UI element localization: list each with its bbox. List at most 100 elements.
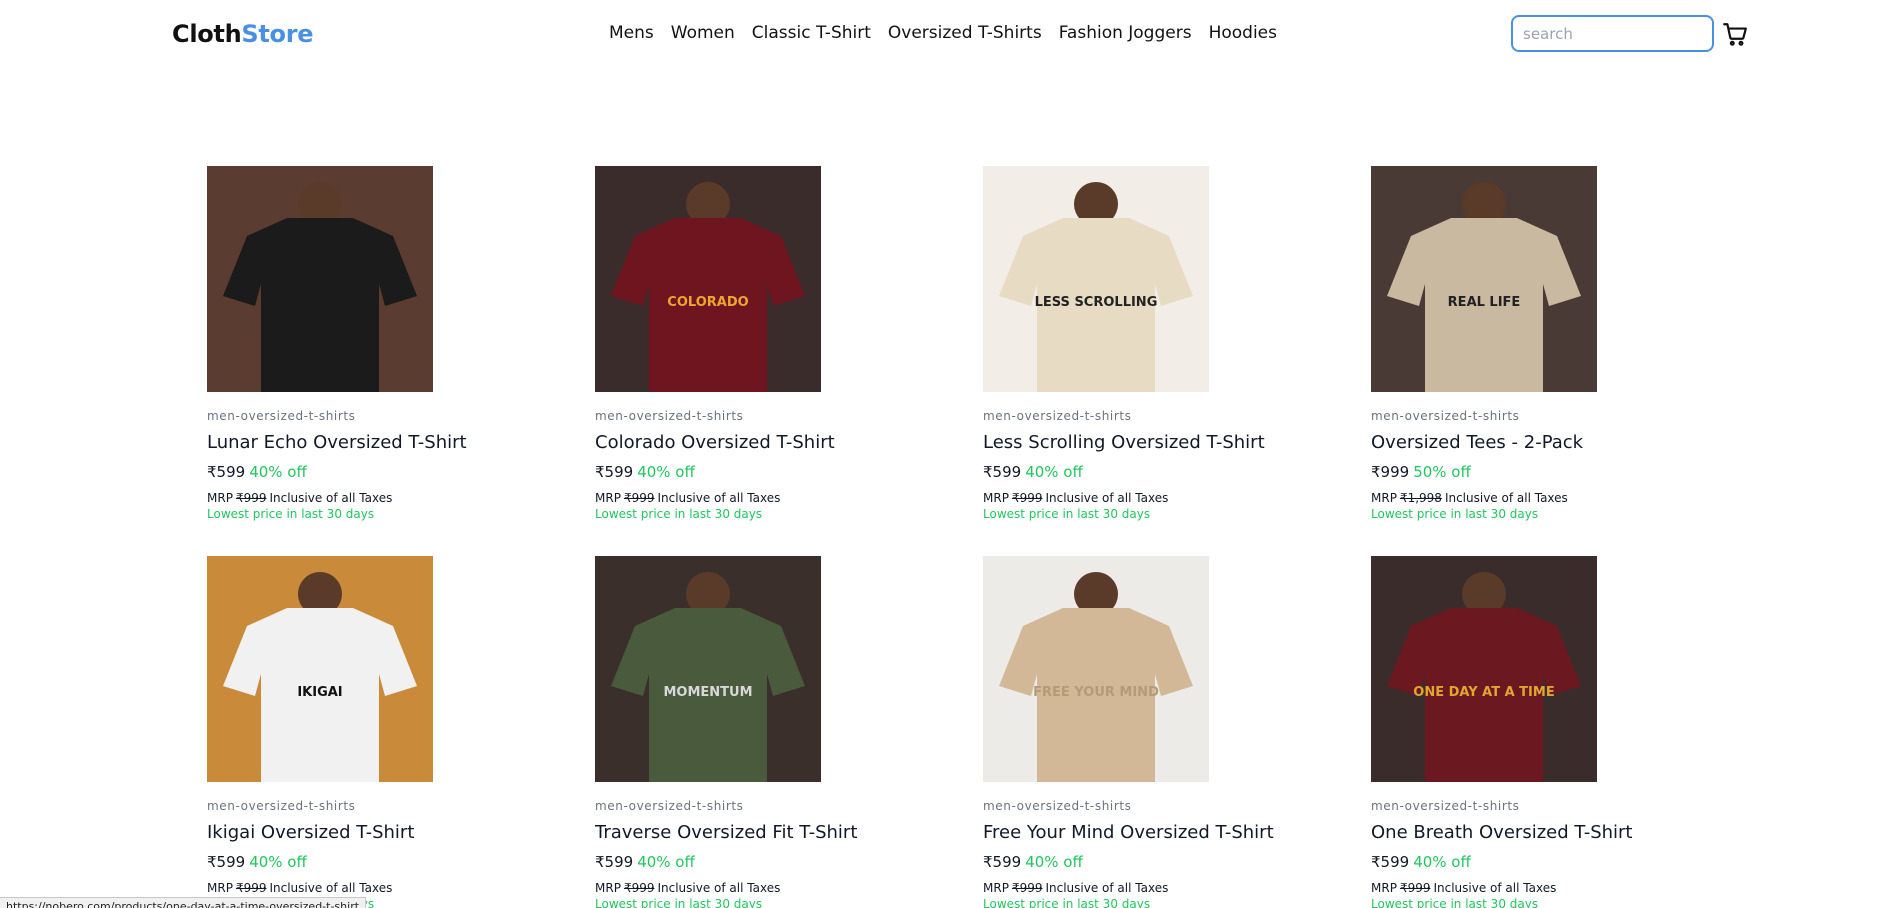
- tax-note: Inclusive of all Taxes: [1045, 491, 1169, 505]
- lowest-price-note: Lowest price in last 30 days: [1371, 507, 1539, 521]
- shirt-print-text: MOMENTUM: [663, 685, 752, 700]
- product-card-traverse[interactable]: MOMENTUM men-oversized-t-shirts Traverse…: [595, 556, 955, 908]
- product-category: men-oversized-t-shirts: [207, 799, 356, 813]
- tax-note: Inclusive of all Taxes: [657, 881, 781, 895]
- sale-price: ₹599: [983, 463, 1022, 481]
- mrp-price: ₹999: [623, 491, 655, 505]
- product-image[interactable]: ONE DAY AT A TIME: [1371, 556, 1597, 782]
- sale-price: ₹599: [207, 463, 246, 481]
- mrp-price: ₹999: [1011, 491, 1043, 505]
- discount-badge: 40% off: [637, 853, 695, 871]
- discount-badge: 40% off: [1025, 853, 1083, 871]
- mrp-price: ₹1,998: [1399, 491, 1442, 505]
- product-category: men-oversized-t-shirts: [983, 409, 1132, 423]
- mrp-row: MRP ₹999 Inclusive of all Taxes: [983, 881, 1168, 895]
- discount-badge: 50% off: [1413, 463, 1471, 481]
- tax-note: Inclusive of all Taxes: [1045, 881, 1169, 895]
- mrp-price: ₹999: [1011, 881, 1043, 895]
- mrp-price: ₹999: [235, 491, 267, 505]
- mrp-price: ₹999: [1399, 881, 1431, 895]
- discount-badge: 40% off: [249, 463, 307, 481]
- product-title[interactable]: Ikigai Oversized T-Shirt: [207, 822, 414, 843]
- product-card-colorado[interactable]: COLORADO men-oversized-t-shirts Colorado…: [595, 166, 955, 546]
- sale-price: ₹599: [983, 853, 1022, 871]
- price-row: ₹599 40% off: [595, 853, 695, 871]
- product-image[interactable]: MOMENTUM: [595, 556, 821, 782]
- product-title[interactable]: Colorado Oversized T-Shirt: [595, 432, 835, 453]
- product-category: men-oversized-t-shirts: [1371, 799, 1520, 813]
- lowest-price-note: Lowest price in last 30 days: [1371, 897, 1539, 908]
- discount-badge: 40% off: [249, 853, 307, 871]
- nav-link-hoodies[interactable]: Hoodies: [1209, 23, 1277, 43]
- product-card-less-scrolling[interactable]: LESS SCROLLING men-oversized-t-shirts Le…: [983, 166, 1343, 546]
- price-row: ₹999 50% off: [1371, 463, 1471, 481]
- nav-link-fashion-joggers[interactable]: Fashion Joggers: [1059, 23, 1192, 43]
- mrp-label: MRP: [983, 491, 1009, 505]
- product-title[interactable]: Less Scrolling Oversized T-Shirt: [983, 432, 1265, 453]
- mrp-row: MRP ₹999 Inclusive of all Taxes: [595, 881, 780, 895]
- mrp-label: MRP: [1371, 881, 1397, 895]
- product-card-lunar-echo[interactable]: men-oversized-t-shirts Lunar Echo Oversi…: [207, 166, 567, 546]
- product-title[interactable]: Free Your Mind Oversized T-Shirt: [983, 822, 1274, 843]
- cart-icon[interactable]: [1722, 21, 1748, 47]
- product-title[interactable]: Oversized Tees - 2-Pack: [1371, 432, 1583, 453]
- product-category: men-oversized-t-shirts: [983, 799, 1132, 813]
- shirt-print-text: ONE DAY AT A TIME: [1413, 685, 1554, 700]
- price-row: ₹599 40% off: [207, 853, 307, 871]
- mrp-price: ₹999: [623, 881, 655, 895]
- tax-note: Inclusive of all Taxes: [1433, 881, 1557, 895]
- product-title[interactable]: Lunar Echo Oversized T-Shirt: [207, 432, 467, 453]
- mrp-label: MRP: [207, 881, 233, 895]
- product-category: men-oversized-t-shirts: [1371, 409, 1520, 423]
- mrp-row: MRP ₹999 Inclusive of all Taxes: [207, 881, 392, 895]
- tax-note: Inclusive of all Taxes: [1444, 491, 1568, 505]
- discount-badge: 40% off: [1025, 463, 1083, 481]
- product-image[interactable]: [207, 166, 433, 392]
- sale-price: ₹999: [1371, 463, 1410, 481]
- nav-link-women[interactable]: Women: [671, 23, 735, 43]
- nav-link-oversized-t-shirts[interactable]: Oversized T-Shirts: [888, 23, 1042, 43]
- price-row: ₹599 40% off: [983, 853, 1083, 871]
- page: ClothStore Mens Women Classic T-Shirt Ov…: [0, 0, 1903, 908]
- mrp-row: MRP ₹999 Inclusive of all Taxes: [983, 491, 1168, 505]
- nav-link-classic-t-shirt[interactable]: Classic T-Shirt: [752, 23, 871, 43]
- discount-badge: 40% off: [637, 463, 695, 481]
- search-input[interactable]: [1511, 15, 1714, 52]
- product-card-two-pack[interactable]: REAL LIFE men-oversized-t-shirts Oversiz…: [1371, 166, 1731, 546]
- product-image[interactable]: FREE YOUR MIND: [983, 556, 1209, 782]
- shirt-print-text: IKIGAI: [297, 685, 342, 700]
- sale-price: ₹599: [1371, 853, 1410, 871]
- lowest-price-note: Lowest price in last 30 days: [983, 897, 1151, 908]
- mrp-label: MRP: [595, 881, 621, 895]
- mrp-label: MRP: [1371, 491, 1397, 505]
- product-title[interactable]: One Breath Oversized T-Shirt: [1371, 822, 1633, 843]
- logo-text-cloth: Cloth: [172, 20, 242, 48]
- mrp-row: MRP ₹999 Inclusive of all Taxes: [207, 491, 392, 505]
- lowest-price-note: Lowest price in last 30 days: [595, 897, 763, 908]
- product-image[interactable]: COLORADO: [595, 166, 821, 392]
- mrp-row: MRP ₹1,998 Inclusive of all Taxes: [1371, 491, 1568, 505]
- logo-text-store: Store: [241, 20, 314, 48]
- site-logo[interactable]: ClothStore: [172, 20, 314, 48]
- shirt-print-text: REAL LIFE: [1448, 295, 1521, 310]
- product-card-free-your-mind[interactable]: FREE YOUR MIND men-oversized-t-shirts Fr…: [983, 556, 1343, 908]
- nav-link-mens[interactable]: Mens: [609, 23, 654, 43]
- tax-note: Inclusive of all Taxes: [269, 881, 393, 895]
- product-image[interactable]: LESS SCROLLING: [983, 166, 1209, 392]
- price-row: ₹599 40% off: [207, 463, 307, 481]
- product-title[interactable]: Traverse Oversized Fit T-Shirt: [595, 822, 857, 843]
- product-image[interactable]: IKIGAI: [207, 556, 433, 782]
- price-row: ₹599 40% off: [983, 463, 1083, 481]
- product-card-one-breath[interactable]: ONE DAY AT A TIME men-oversized-t-shirts…: [1371, 556, 1731, 908]
- product-card-ikigai[interactable]: IKIGAI men-oversized-t-shirts Ikigai Ove…: [207, 556, 567, 908]
- mrp-row: MRP ₹999 Inclusive of all Taxes: [595, 491, 780, 505]
- sale-price: ₹599: [595, 853, 634, 871]
- sale-price: ₹599: [207, 853, 246, 871]
- mrp-price: ₹999: [235, 881, 267, 895]
- tax-note: Inclusive of all Taxes: [657, 491, 781, 505]
- shirt-print-text: FREE YOUR MIND: [1033, 685, 1159, 700]
- lowest-price-note: Lowest price in last 30 days: [983, 507, 1151, 521]
- main-nav: Mens Women Classic T-Shirt Oversized T-S…: [609, 23, 1277, 43]
- mrp-label: MRP: [207, 491, 233, 505]
- product-image[interactable]: REAL LIFE: [1371, 166, 1597, 392]
